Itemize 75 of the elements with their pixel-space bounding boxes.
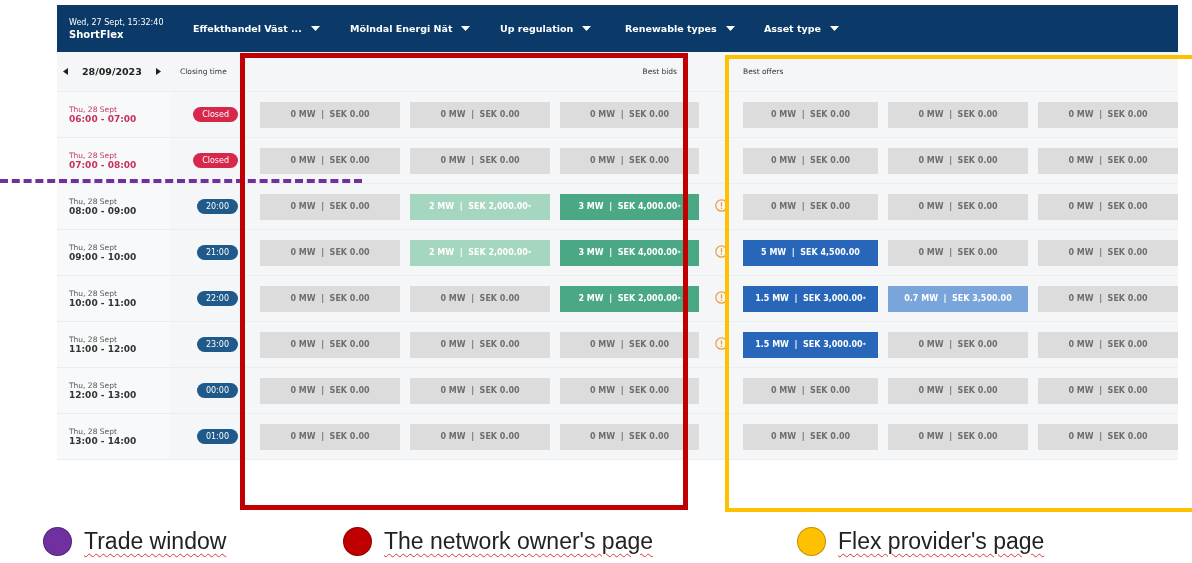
empty-cell[interactable]: 0 MW | SEK 0.00 [260,147,400,174]
empty-cell[interactable]: 0 MW | SEK 0.00 [743,193,878,220]
legend-label: Flex provider's page [838,528,1045,555]
empty-cell[interactable]: 0 MW | SEK 0.00 [1038,147,1178,174]
empty-cell[interactable]: 0 MW | SEK 0.00 [410,101,550,128]
empty-cell[interactable]: 0 MW | SEK 0.00 [1038,377,1178,404]
next-arrow-icon[interactable] [155,68,161,75]
app-name: ShortFlex [69,28,125,40]
empty-cell[interactable]: 0 MW | SEK 0.00 [888,147,1028,174]
empty-cell[interactable]: 0 MW | SEK 0.00 [410,147,550,174]
empty-cell[interactable]: 0 MW | SEK 0.00 [260,331,400,358]
empty-cell[interactable]: 0 MW | SEK 0.00 [260,423,400,450]
empty-cell[interactable]: 0 MW | SEK 0.00 [560,377,699,404]
timestamp: Wed, 27 Sept, 15:32:40 [69,17,165,27]
date-label: 28/09/2023 [82,66,142,77]
empty-cell[interactable]: 0 MW | SEK 0.00 [888,193,1028,220]
empty-cell[interactable]: 0 MW | SEK 0.00 [743,101,878,128]
closed-badge: Closed [193,107,238,122]
legend-label: Trade window [84,528,227,555]
empty-cell[interactable]: 0 MW | SEK 0.00 [888,377,1028,404]
empty-cell[interactable]: 0 MW | SEK 0.00 [260,239,400,266]
caret-icon [461,26,471,31]
filter-dropdown[interactable]: Asset type [764,19,839,38]
closed-badge: Closed [193,153,238,168]
delivery-time: 11:00 - 12:00 [69,344,138,354]
filter-dropdown[interactable]: Effekthandel Väst ... [193,19,320,38]
empty-cell[interactable]: 0 MW | SEK 0.00 [560,147,699,174]
delivery-time: 13:00 - 14:00 [69,436,138,446]
empty-cell[interactable]: 0 MW | SEK 0.00 [410,331,550,358]
filter-dropdown[interactable]: Up regulation [500,19,592,38]
empty-cell[interactable]: 0 MW | SEK 0.00 [1038,193,1178,220]
empty-cell[interactable]: 0 MW | SEK 0.00 [888,423,1028,450]
empty-cell[interactable]: 0 MW | SEK 0.00 [1038,331,1178,358]
empty-cell[interactable]: 0 MW | SEK 0.00 [1038,423,1178,450]
closing-time-badge: 23:00 [196,337,238,352]
empty-cell[interactable]: 0 MW | SEK 0.00 [560,101,699,128]
legend-label: The network owner's page [384,528,654,555]
closing-time-badge: 21:00 [196,245,238,260]
empty-cell[interactable]: 0 MW | SEK 0.00 [560,331,699,358]
delivery-time: 09:00 - 10:00 [69,252,138,262]
filter-dropdown[interactable]: Mölndal Energi Nät [350,19,471,38]
closing-time-badge: 22:00 [196,291,238,306]
empty-cell[interactable]: 0 MW | SEK 0.00 [888,239,1028,266]
empty-cell[interactable]: 0 MW | SEK 0.00 [888,101,1028,128]
delivery-time: 08:00 - 09:00 [69,206,138,216]
empty-cell[interactable]: 0 MW | SEK 0.00 [1038,239,1178,266]
empty-cell[interactable]: 0 MW | SEK 0.00 [260,101,400,128]
filter-dropdown[interactable]: Renewable types [625,19,735,38]
offer-cell[interactable]: 5 MW | SEK 4,500.00 [743,239,878,266]
empty-cell[interactable]: 0 MW | SEK 0.00 [888,331,1028,358]
delivery-time: 06:00 - 07:00 [69,114,138,124]
caret-icon [829,26,839,31]
empty-cell[interactable]: 0 MW | SEK 0.00 [410,423,550,450]
caret-icon [582,26,592,31]
delivery-time: 12:00 - 13:00 [69,390,138,400]
empty-cell[interactable]: 0 MW | SEK 0.00 [260,193,400,220]
previous-arrow-icon[interactable] [63,68,68,75]
empty-cell[interactable]: 0 MW | SEK 0.00 [260,377,400,404]
empty-cell[interactable]: 0 MW | SEK 0.00 [743,423,878,450]
empty-cell[interactable]: 0 MW | SEK 0.00 [1038,101,1178,128]
closing-time-badge: 00:00 [196,383,238,398]
offer-cell[interactable]: 0.7 MW | SEK 3,500.00 [888,285,1028,312]
closing-time-badge: 20:00 [196,199,238,214]
empty-cell[interactable]: 0 MW | SEK 0.00 [743,377,878,404]
empty-cell[interactable]: 0 MW | SEK 0.00 [410,377,550,404]
empty-cell[interactable]: 0 MW | SEK 0.00 [260,285,400,312]
caret-icon [725,26,735,31]
delivery-time: 07:00 - 08:00 [69,160,138,170]
empty-cell[interactable]: 0 MW | SEK 0.00 [560,423,699,450]
empty-cell[interactable]: 0 MW | SEK 0.00 [410,285,550,312]
empty-cell[interactable]: 0 MW | SEK 0.00 [1038,285,1178,312]
delivery-time: 10:00 - 11:00 [69,298,138,308]
closing-time-badge: 01:00 [196,429,238,444]
caret-icon [310,26,320,31]
empty-cell[interactable]: 0 MW | SEK 0.00 [743,147,878,174]
